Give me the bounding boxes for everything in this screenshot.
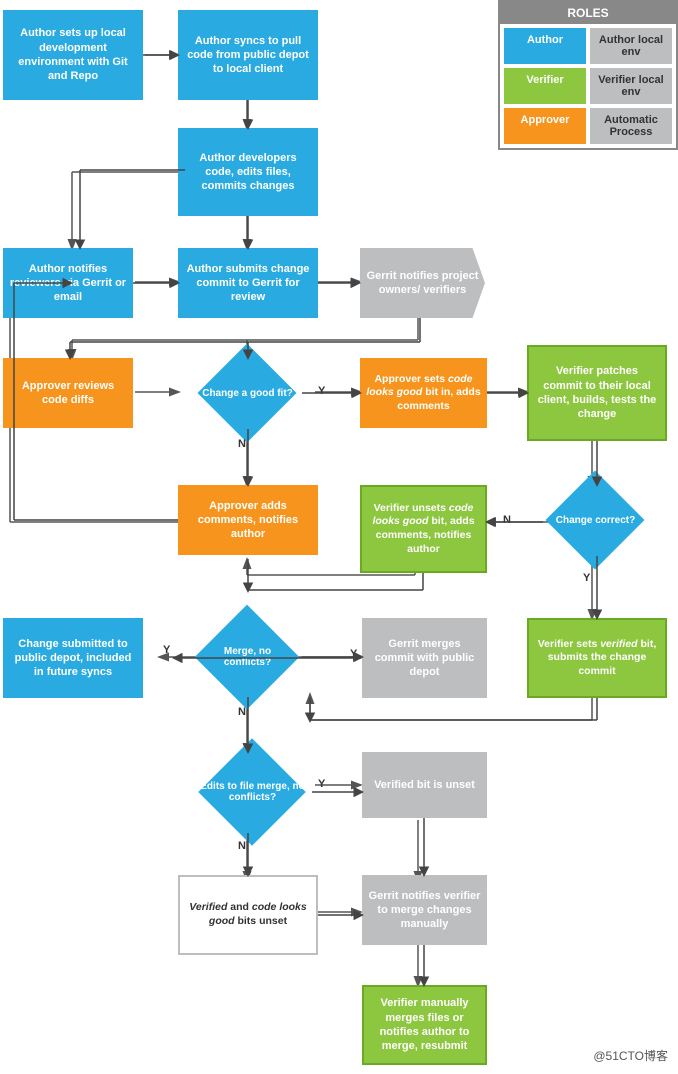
node-change-submitted: Change submitted to public depot, includ…	[3, 618, 143, 698]
node-approver-sets-clg: Approver sets code looks good bit in, ad…	[360, 358, 487, 428]
label-n17-n: N	[238, 840, 246, 852]
node-author-notifies: Author notifies reviewers via Gerrit or …	[3, 248, 133, 318]
role-author-local-env: Author local env	[590, 28, 672, 64]
role-author: Author	[504, 28, 586, 64]
label-n14-y: Y	[350, 648, 357, 660]
node-verified-bit-unset: Verified bit is unset	[362, 752, 487, 818]
roles-legend: ROLES Author Author local env Verifier V…	[498, 0, 678, 150]
role-verifier-local-env: Verifier local env	[590, 68, 672, 104]
label-n12-y: Y	[583, 572, 590, 584]
node-diamond-good-fit: Change a good fit?	[195, 358, 300, 428]
node-gerrit-notifies-owners: Gerrit notifies project owners/ verifier…	[360, 248, 485, 318]
role-approver: Approver	[504, 108, 586, 144]
watermark: @51CTO博客	[593, 1047, 668, 1064]
label-n14-n: N	[238, 706, 246, 718]
diagram-container: Author sets up local development environ…	[0, 0, 678, 1074]
node-verifier-patches: Verifier patches commit to their local c…	[527, 345, 667, 441]
roles-title: ROLES	[500, 2, 676, 24]
label-n12-n: N	[503, 514, 511, 526]
node-both-bits-unset: Verified and code looks good bits unset	[178, 875, 318, 955]
node-gerrit-merges: Gerrit merges commit with public depot	[362, 618, 487, 698]
node-diamond-file-merge: Edits to file merge, no conflicts?	[195, 752, 310, 832]
label-n13-arrow: Y	[163, 644, 170, 656]
node-diamond-merge-conflicts: Merge, no conflicts?	[195, 618, 300, 696]
node-author-setup: Author sets up local development environ…	[3, 10, 143, 100]
label-n17-y: Y	[318, 778, 325, 790]
role-automatic-process: Automatic Process	[590, 108, 672, 144]
node-author-submits: Author submits change commit to Gerrit f…	[178, 248, 318, 318]
node-gerrit-notifies-verifier: Gerrit notifies verifier to merge change…	[362, 875, 487, 945]
roles-grid: Author Author local env Verifier Verifie…	[500, 24, 676, 148]
node-diamond-change-correct: Change correct?	[543, 485, 648, 555]
role-verifier: Verifier	[504, 68, 586, 104]
label-n8-y: Y	[318, 385, 325, 397]
node-verifier-unsets: Verifier unsets code looks good bit, add…	[360, 485, 487, 573]
node-verifier-manually-merges: Verifier manually merges files or notifi…	[362, 985, 487, 1065]
node-verifier-sets-verified: Verifier sets verified bit, submits the …	[527, 618, 667, 698]
node-approver-adds-comments: Approver adds comments, notifies author	[178, 485, 318, 555]
node-approver-reviews: Approver reviews code diffs	[3, 358, 133, 428]
label-n8-n: N	[238, 438, 246, 450]
node-author-dev: Author developers code, edits files, com…	[178, 128, 318, 216]
node-author-syncs: Author syncs to pull code from public de…	[178, 10, 318, 100]
